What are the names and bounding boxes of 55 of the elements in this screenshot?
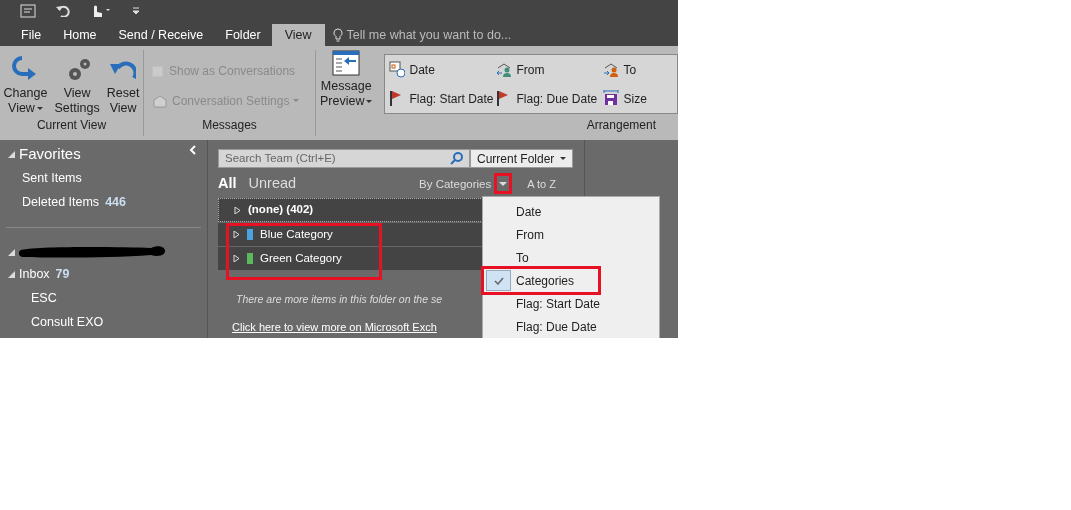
ribbon-tab[interactable]: Folder bbox=[214, 24, 272, 46]
ribbon-tab[interactable]: View bbox=[271, 24, 325, 46]
sort-dropdown[interactable]: By Categories bbox=[419, 176, 492, 194]
floppy-disk-icon bbox=[603, 90, 620, 107]
folder-item[interactable]: Consult EXO bbox=[0, 310, 207, 334]
person-arrow-icon bbox=[496, 61, 513, 78]
arrange-option[interactable]: Size bbox=[603, 89, 677, 108]
folder-item[interactable]: ESC bbox=[0, 286, 207, 310]
arrange-option[interactable]: Date bbox=[389, 60, 497, 79]
ribbon-button[interactable]: Message Preview bbox=[316, 50, 377, 116]
folder-item[interactable]: Deleted Items 446 bbox=[0, 190, 207, 214]
folder-item[interactable]: Inbox 79 bbox=[0, 262, 207, 286]
undo-icon bbox=[56, 5, 70, 17]
arrange-option[interactable]: Flag: Due Date bbox=[496, 89, 604, 108]
group-label: Arrangement bbox=[585, 117, 657, 134]
section-title[interactable]: Favorites bbox=[19, 142, 81, 166]
filter-tab[interactable]: Unread bbox=[248, 173, 297, 195]
person-arrow-icon bbox=[603, 61, 620, 78]
checkmark-icon bbox=[493, 276, 504, 285]
filter-tab[interactable]: All bbox=[218, 173, 237, 195]
notice-text: There are more items in this folder on the se bbox=[236, 293, 442, 305]
arrange-option[interactable]: Flag: Start Date bbox=[389, 89, 497, 108]
search-field[interactable]: Search Team (Ctrl+E) bbox=[218, 149, 470, 168]
exchange-link[interactable]: Click here to view more on Microsoft Exch bbox=[232, 321, 437, 333]
caret-icon bbox=[293, 99, 300, 103]
expand-triangle-icon bbox=[233, 255, 240, 262]
ribbon-button[interactable]: Reset View bbox=[104, 54, 142, 116]
sort-order[interactable]: A to Z bbox=[527, 175, 556, 192]
menu-item[interactable]: Flag: Start Date bbox=[483, 292, 659, 315]
folder-item[interactable]: Sent Items bbox=[0, 166, 207, 190]
menu-item[interactable]: Flag: Due Date bbox=[483, 315, 659, 338]
group-label: Messages bbox=[201, 117, 258, 134]
calendar-clock-icon bbox=[389, 61, 406, 78]
preview-pane-icon bbox=[332, 50, 361, 76]
expand-triangle-icon bbox=[234, 206, 241, 214]
menu-item[interactable]: Categories bbox=[483, 269, 659, 292]
arrange-option[interactable]: To bbox=[603, 60, 677, 79]
ribbon-button[interactable]: View Settings bbox=[52, 54, 102, 116]
caret-icon bbox=[366, 99, 373, 104]
scope-dropdown[interactable]: Current Folder bbox=[470, 149, 573, 168]
caret-icon bbox=[499, 182, 508, 188]
arrange-option[interactable]: From bbox=[496, 60, 604, 79]
expand-triangle-icon bbox=[233, 231, 240, 238]
ribbon-tab[interactable]: Send / Receive bbox=[107, 24, 215, 46]
search-icon bbox=[450, 152, 463, 165]
caret-icon bbox=[560, 156, 566, 161]
collapse-pane-icon bbox=[189, 145, 197, 155]
ribbon-tab[interactable]: File bbox=[10, 24, 53, 46]
ribbon-button[interactable]: Change View bbox=[1, 54, 50, 116]
caret-icon bbox=[36, 106, 43, 111]
lightbulb-icon bbox=[332, 28, 343, 42]
group-label: Current View bbox=[35, 117, 108, 134]
tell-me-field[interactable]: Tell me what you want to do... bbox=[332, 24, 512, 46]
customize-icon bbox=[132, 7, 140, 15]
ribbon-tab[interactable]: Home bbox=[52, 24, 108, 46]
